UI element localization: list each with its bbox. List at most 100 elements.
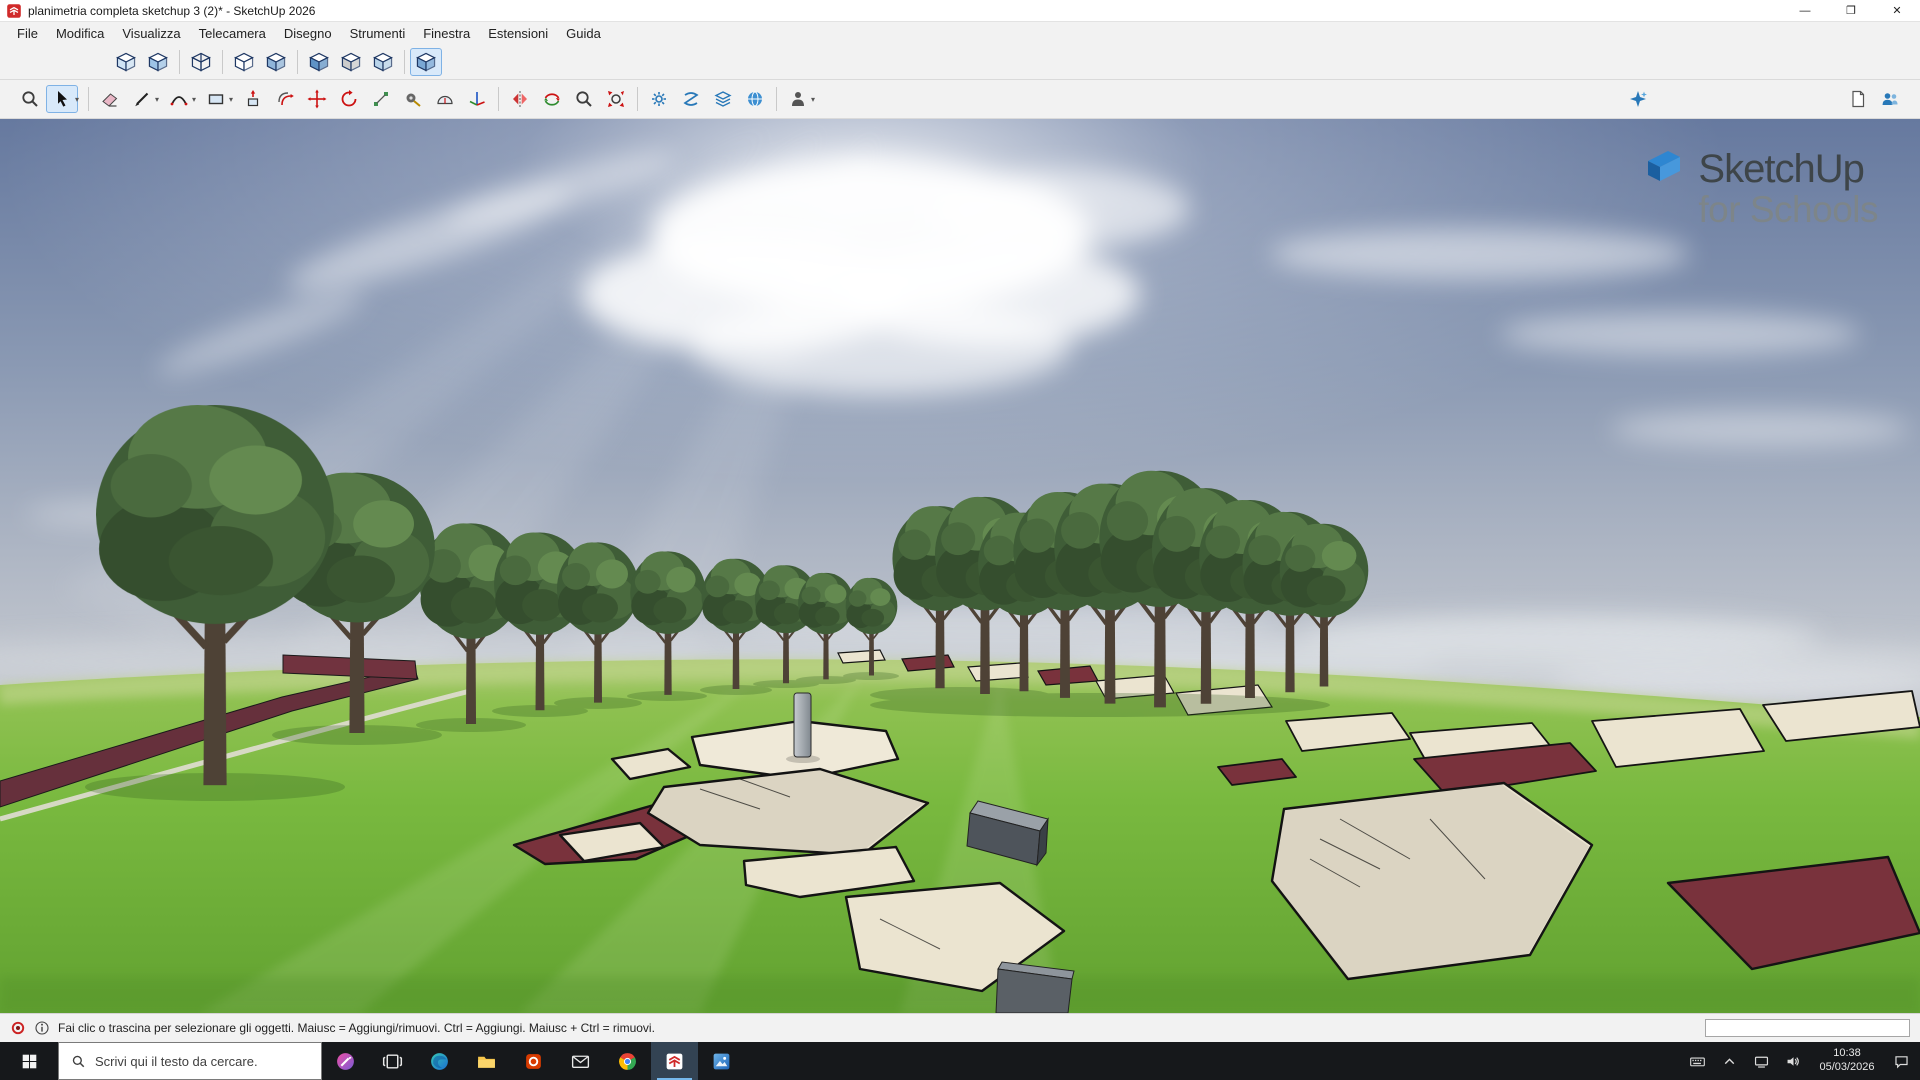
system-tray: 10:38 05/03/2026 bbox=[1682, 1042, 1920, 1080]
move-tool-button[interactable] bbox=[301, 85, 333, 113]
menu-file[interactable]: File bbox=[8, 22, 47, 44]
toolbar-separator bbox=[88, 87, 89, 111]
style-extra-button[interactable] bbox=[367, 48, 399, 76]
geolocation-status-icon[interactable] bbox=[10, 1020, 26, 1036]
close-button[interactable]: ✕ bbox=[1874, 0, 1920, 21]
geolocation-button[interactable] bbox=[739, 85, 771, 113]
style-shaded-textures-button[interactable] bbox=[303, 48, 335, 76]
sketchup-icon bbox=[664, 1051, 685, 1072]
photos-button[interactable] bbox=[698, 1042, 745, 1080]
select-dropdown-caret[interactable]: ▾ bbox=[75, 95, 83, 104]
pinned-app-button[interactable] bbox=[322, 1042, 369, 1080]
menu-disegno[interactable]: Disegno bbox=[275, 22, 341, 44]
sketchup-app-icon bbox=[6, 3, 22, 19]
orbit-tool-button[interactable] bbox=[536, 85, 568, 113]
rectangle-tool-button[interactable] bbox=[200, 85, 232, 113]
menu-guida[interactable]: Guida bbox=[557, 22, 610, 44]
menu-estensioni[interactable]: Estensioni bbox=[479, 22, 557, 44]
taskbar-search-box[interactable]: Scrivi qui il testo da cercare. bbox=[58, 1042, 322, 1080]
clock-date: 05/03/2026 bbox=[1810, 1061, 1884, 1075]
style-back-edges-button[interactable] bbox=[142, 48, 174, 76]
edge-icon bbox=[429, 1051, 450, 1072]
style-swap-button[interactable] bbox=[675, 85, 707, 113]
action-center-button[interactable] bbox=[1886, 1053, 1916, 1070]
toolbar-separator bbox=[222, 50, 223, 74]
minimize-button[interactable]: — bbox=[1782, 0, 1828, 21]
office-app-button[interactable] bbox=[510, 1042, 557, 1080]
windows-taskbar: Scrivi qui il testo da cercare. bbox=[0, 1042, 1920, 1080]
protractor-tool-button[interactable] bbox=[429, 85, 461, 113]
style-shaded-button[interactable] bbox=[260, 48, 292, 76]
action-center-icon bbox=[1893, 1053, 1910, 1070]
toolbar-separator bbox=[637, 87, 638, 111]
ai-assist-button[interactable] bbox=[1622, 85, 1654, 113]
menu-modifica[interactable]: Modifica bbox=[47, 22, 113, 44]
offset-tool-button[interactable] bbox=[269, 85, 301, 113]
collaborators-button[interactable] bbox=[1874, 85, 1906, 113]
arc-tool-button[interactable] bbox=[163, 85, 195, 113]
logo-title: SketchUp bbox=[1698, 147, 1863, 192]
title-bar: planimetria completa sketchup 3 (2)* - S… bbox=[0, 0, 1920, 22]
status-bar: Fai clic o trascina per selezionare gli … bbox=[0, 1013, 1920, 1042]
person-dropdown-caret[interactable]: ▾ bbox=[811, 95, 819, 104]
push-pull-tool-button[interactable] bbox=[237, 85, 269, 113]
taskbar-clock[interactable]: 10:38 05/03/2026 bbox=[1810, 1047, 1884, 1075]
search-tool-button[interactable] bbox=[14, 85, 46, 113]
tray-overflow-button[interactable] bbox=[1714, 1053, 1744, 1070]
clock-time: 10:38 bbox=[1810, 1047, 1884, 1061]
task-view-button[interactable] bbox=[369, 1042, 416, 1080]
edge-button[interactable] bbox=[416, 1042, 463, 1080]
measurements-input[interactable] bbox=[1705, 1019, 1910, 1037]
layers-button[interactable] bbox=[707, 85, 739, 113]
flip-tool-button[interactable] bbox=[504, 85, 536, 113]
task-view-icon bbox=[382, 1051, 403, 1072]
style-active-button[interactable] bbox=[410, 48, 442, 76]
tools-toolbar: ▾ ▾ ▾ ▾ bbox=[0, 80, 1920, 119]
tape-measure-tool-button[interactable] bbox=[397, 85, 429, 113]
rectangle-dropdown-caret[interactable]: ▾ bbox=[229, 95, 237, 104]
toolbar-separator bbox=[404, 50, 405, 74]
person-tool-button[interactable] bbox=[782, 85, 814, 113]
chrome-button[interactable] bbox=[604, 1042, 651, 1080]
network-display-icon bbox=[1753, 1053, 1770, 1070]
file-explorer-button[interactable] bbox=[463, 1042, 510, 1080]
eraser-tool-button[interactable] bbox=[94, 85, 126, 113]
line-tool-button[interactable] bbox=[126, 85, 158, 113]
window-title: planimetria completa sketchup 3 (2)* - S… bbox=[28, 4, 315, 18]
info-icon[interactable] bbox=[34, 1020, 50, 1036]
menu-strumenti[interactable]: Strumenti bbox=[341, 22, 415, 44]
style-monochrome-button[interactable] bbox=[335, 48, 367, 76]
sketchup-taskbar-button[interactable] bbox=[651, 1042, 698, 1080]
start-button[interactable] bbox=[0, 1042, 58, 1080]
touch-keyboard-button[interactable] bbox=[1682, 1053, 1712, 1070]
maximize-button[interactable]: ❐ bbox=[1828, 0, 1874, 21]
rotate-tool-button[interactable] bbox=[333, 85, 365, 113]
volume-button[interactable] bbox=[1778, 1053, 1808, 1070]
menu-visualizza[interactable]: Visualizza bbox=[113, 22, 189, 44]
menu-bar: File Modifica Visualizza Telecamera Dise… bbox=[0, 22, 1920, 44]
toolbar-separator bbox=[776, 87, 777, 111]
foreground-block[interactable] bbox=[996, 962, 1074, 1013]
zoom-tool-button[interactable] bbox=[568, 85, 600, 113]
arc-dropdown-caret[interactable]: ▾ bbox=[192, 95, 200, 104]
ink-workspace-icon bbox=[335, 1051, 356, 1072]
style-hidden-line-button[interactable] bbox=[228, 48, 260, 76]
mail-button[interactable] bbox=[557, 1042, 604, 1080]
new-document-button[interactable] bbox=[1842, 85, 1874, 113]
axes-tool-button[interactable] bbox=[461, 85, 493, 113]
style-wireframe-button[interactable] bbox=[185, 48, 217, 76]
network-button[interactable] bbox=[1746, 1053, 1776, 1070]
scale-tool-button[interactable] bbox=[365, 85, 397, 113]
select-tool-button[interactable] bbox=[46, 85, 78, 113]
office-app-icon bbox=[523, 1051, 544, 1072]
sketchup-window: planimetria completa sketchup 3 (2)* - S… bbox=[0, 0, 1920, 1080]
chevron-up-icon bbox=[1721, 1053, 1738, 1070]
zoom-extents-tool-button[interactable] bbox=[600, 85, 632, 113]
menu-telecamera[interactable]: Telecamera bbox=[190, 22, 275, 44]
menu-finestra[interactable]: Finestra bbox=[414, 22, 479, 44]
style-xray-button[interactable] bbox=[110, 48, 142, 76]
3d-viewport[interactable]: SketchUp for Schools bbox=[0, 119, 1920, 1013]
toolbar-separator bbox=[297, 50, 298, 74]
model-settings-button[interactable] bbox=[643, 85, 675, 113]
line-dropdown-caret[interactable]: ▾ bbox=[155, 95, 163, 104]
